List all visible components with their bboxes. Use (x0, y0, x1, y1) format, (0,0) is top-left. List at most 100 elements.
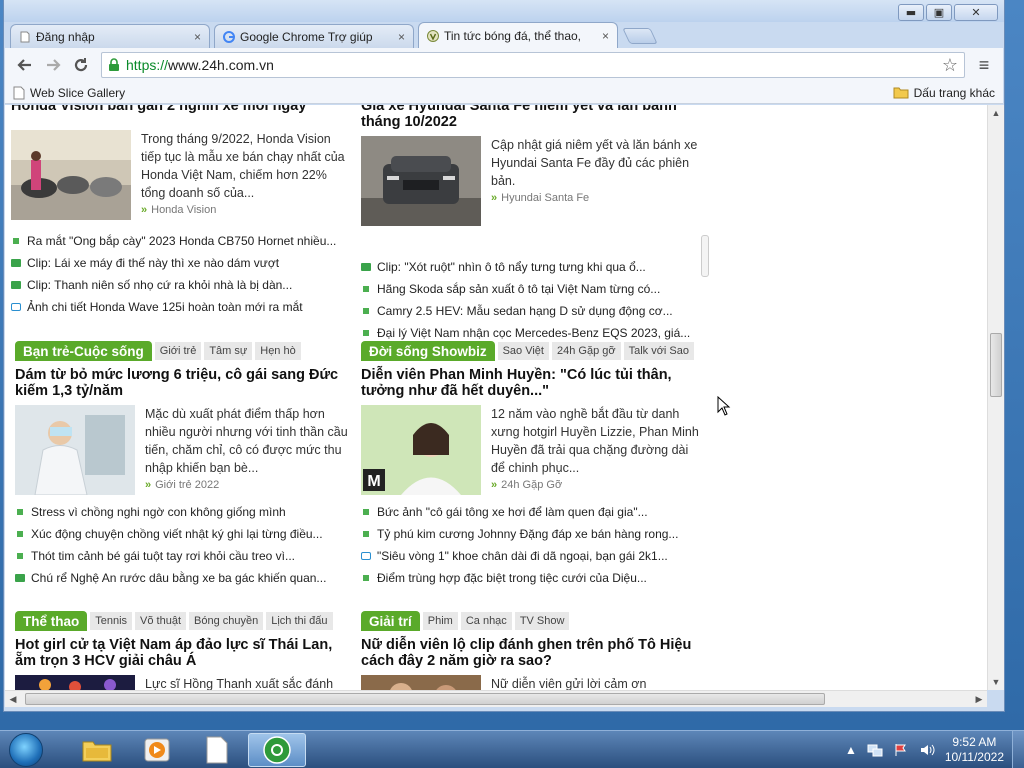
article-thumbnail[interactable] (15, 675, 135, 690)
other-bookmarks[interactable]: Dấu trang khác (893, 86, 995, 100)
clock[interactable]: 9:52 AM 10/11/2022 (945, 735, 1004, 765)
scroll-right-icon[interactable]: ▶ (971, 691, 987, 707)
article-tag[interactable]: » Hyundai Santa Fe (491, 192, 701, 204)
photo-icon (361, 552, 371, 560)
reload-button[interactable] (67, 52, 95, 78)
lead-article: Mặc dù xuất phát điểm thấp hơn nhiều ngư… (15, 405, 355, 495)
section-subtab[interactable]: Võ thuật (135, 612, 187, 630)
taskbar-notepad[interactable] (188, 733, 246, 767)
bookmark-web-slice-gallery[interactable]: Web Slice Gallery (13, 86, 125, 100)
article-headline[interactable]: Dám từ bỏ mức lương 6 triệu, cô gái sang… (15, 367, 355, 399)
list-item[interactable]: Bức ảnh "cô gái tông xe hơi để làm quen … (361, 501, 701, 523)
section-title[interactable]: Đời sống Showbiz (361, 341, 495, 361)
section-subtab[interactable]: Bóng chuyền (189, 612, 264, 630)
list-item[interactable]: Clip: Lái xe máy đi thế này thì xe nào d… (11, 252, 351, 274)
tab-dang-nhap[interactable]: Đăng nhập × (10, 24, 210, 48)
scroll-down-icon[interactable]: ▼ (988, 674, 1004, 690)
scroll-up-icon[interactable]: ▲ (988, 105, 1004, 121)
forward-button[interactable] (39, 52, 67, 78)
back-button[interactable] (11, 52, 39, 78)
list-item[interactable]: Hãng Skoda sắp sản xuất ô tô tại Việt Na… (361, 278, 701, 300)
maximize-button[interactable]: ▣ (926, 4, 952, 21)
address-bar[interactable]: https://www.24h.com.vn ☆ (101, 52, 965, 78)
lead-summary: Mặc dù xuất phát điểm thấp hơn nhiều ngư… (145, 407, 348, 475)
minimize-button[interactable]: ▬ (898, 4, 924, 21)
taskbar-media-player[interactable] (128, 733, 186, 767)
list-item[interactable]: "Siêu vòng 1" khoe chân dài đi dã ngoại,… (361, 545, 701, 567)
list-item[interactable]: Tỷ phú kim cương Johnny Đặng đáp xe bán … (361, 523, 701, 545)
link-text: Bức ảnh "cô gái tông xe hơi để làm quen … (377, 505, 648, 519)
bullet-icon (17, 509, 23, 515)
section-subtab[interactable]: Lịch thi đấu (266, 612, 333, 630)
tab-24h[interactable]: Tin tức bóng đá, thể thao, × (418, 22, 618, 48)
section-subtab[interactable]: Tennis (90, 612, 133, 630)
inner-scroll-handle[interactable] (701, 235, 709, 277)
list-item[interactable]: Clip: Thanh niên số nhọ cứ ra khỏi nhà l… (11, 274, 351, 296)
section-subtab[interactable]: Giới trẻ (154, 342, 202, 360)
article-tag[interactable]: » Honda Vision (141, 204, 351, 216)
close-window-button[interactable]: ✕ (954, 4, 998, 21)
related-links: Bức ảnh "cô gái tông xe hơi để làm quen … (361, 501, 701, 589)
taskbar-explorer[interactable] (68, 733, 126, 767)
network-icon[interactable] (867, 742, 883, 758)
article-headline[interactable]: Honda Vision bán gần 2 nghìn xe mỗi ngày (11, 105, 351, 114)
section-subtab[interactable]: 24h Gặp gỡ (551, 342, 621, 360)
show-desktop-button[interactable] (1012, 730, 1024, 768)
article-tag[interactable]: » Giới trẻ 2022 (145, 479, 355, 491)
article-thumbnail[interactable] (11, 130, 131, 220)
reload-icon (74, 58, 88, 72)
list-item[interactable]: Chú rể Nghệ An rước dâu bằng xe ba gác k… (15, 567, 355, 589)
bookmark-star-icon[interactable]: ☆ (942, 55, 958, 76)
double-arrow-icon: » (145, 479, 152, 491)
page-icon (20, 31, 30, 42)
vertical-scrollbar[interactable]: ▲ ▼ (987, 105, 1004, 690)
section-subtab[interactable]: Phim (422, 612, 458, 630)
volume-icon[interactable] (919, 742, 935, 758)
article-tag[interactable]: » 24h Gặp Gỡ (491, 479, 701, 491)
scrollbar-thumb[interactable] (25, 693, 825, 705)
article-headline[interactable]: Giá xe Hyundai Santa Fe niêm yết và lăn … (361, 105, 701, 130)
list-item[interactable]: Ảnh chi tiết Honda Wave 125i hoàn toàn m… (11, 296, 351, 318)
article-thumbnail[interactable] (15, 405, 135, 495)
section-subtab[interactable]: Sao Việt (497, 342, 549, 360)
lead-summary: Lực sĩ Hồng Thanh xuất sắc đánh (145, 677, 334, 690)
scrollbar-thumb[interactable] (990, 333, 1002, 397)
horizontal-scrollbar[interactable]: ◀ ▶ (5, 690, 987, 707)
mouse-cursor-icon (717, 396, 731, 416)
tab-chrome-help[interactable]: Google Chrome Trợ giúp × (214, 24, 414, 48)
section-title[interactable]: Giải trí (361, 611, 420, 631)
list-item[interactable]: Ra mắt "Ong bắp cày" 2023 Honda CB750 Ho… (11, 230, 351, 252)
tab-close-icon[interactable]: × (194, 30, 201, 44)
section-subtab[interactable]: Ca nhạc (460, 612, 512, 630)
new-tab-button[interactable] (622, 28, 658, 44)
article-headline[interactable]: Diễn viên Phan Minh Huyền: "Có lúc tủi t… (361, 367, 701, 399)
show-hidden-icons-icon[interactable]: ▲ (845, 743, 857, 757)
tab-close-icon[interactable]: × (398, 30, 405, 44)
section-title[interactable]: Thể thao (15, 611, 88, 631)
article-thumbnail[interactable]: M (361, 405, 481, 495)
article-thumbnail[interactable] (361, 136, 481, 226)
list-item[interactable]: Stress vì chồng nghi ngờ con không giống… (15, 501, 355, 523)
article-headline[interactable]: Hot girl cử tạ Việt Nam áp đảo lực sĩ Th… (15, 637, 355, 669)
section-subtab[interactable]: Talk với Sao (623, 342, 694, 360)
scroll-left-icon[interactable]: ◀ (5, 691, 21, 707)
list-item[interactable]: Thót tim cảnh bé gái tuột tay rơi khỏi c… (15, 545, 355, 567)
lead-article: Lực sĩ Hồng Thanh xuất sắc đánh (15, 675, 355, 690)
tab-close-icon[interactable]: × (602, 29, 609, 43)
list-item[interactable]: Xúc động chuyện chồng viết nhật ký ghi l… (15, 523, 355, 545)
list-item[interactable]: Điểm trùng hợp đặc biệt trong tiệc cưới … (361, 567, 701, 589)
section-subtab[interactable]: Hẹn hò (255, 342, 301, 360)
list-item[interactable]: Camry 2.5 HEV: Mẫu sedan hạng D sử dụng … (361, 300, 701, 322)
taskbar-browser[interactable] (248, 732, 306, 767)
section-title[interactable]: Bạn trẻ-Cuộc sống (15, 341, 152, 361)
section-subtab[interactable]: Tâm sự (204, 342, 253, 360)
article-headline[interactable]: Nữ diễn viên lộ clip đánh ghen trên phố … (361, 637, 701, 669)
chrome-menu-button[interactable]: ≡ (971, 55, 997, 76)
section-subtab[interactable]: TV Show (514, 612, 570, 630)
list-item[interactable]: Clip: "Xót ruột" nhìn ô tô nẩy tưng tưng… (361, 256, 701, 278)
google-icon (223, 30, 235, 43)
video-icon (15, 574, 25, 582)
article-thumbnail[interactable] (361, 675, 481, 690)
start-button[interactable] (0, 731, 52, 768)
action-center-icon[interactable] (893, 742, 909, 758)
